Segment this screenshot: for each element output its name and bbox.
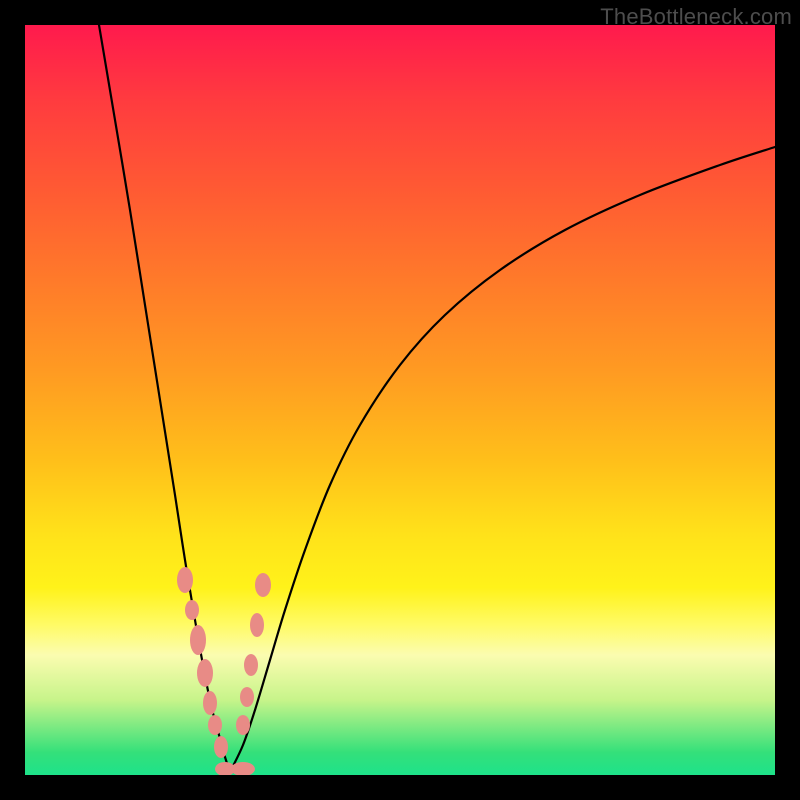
plot-area xyxy=(25,25,775,775)
bottleneck-chart-svg xyxy=(25,25,775,775)
marker-left-2 xyxy=(190,625,206,655)
marker-right-1 xyxy=(250,613,264,637)
marker-right-2 xyxy=(244,654,258,676)
curve-right-branch xyxy=(230,147,775,772)
watermark-text: TheBottleneck.com xyxy=(600,4,792,30)
marker-right-4 xyxy=(236,715,250,735)
marker-left-0 xyxy=(177,567,193,593)
curve-left-branch xyxy=(99,25,230,772)
marker-left-4 xyxy=(203,691,217,715)
marker-left-5 xyxy=(208,715,222,735)
marker-left-1 xyxy=(185,600,199,620)
marker-left-3 xyxy=(197,659,213,687)
marker-right-0 xyxy=(255,573,271,597)
marker-left-6 xyxy=(214,736,228,758)
marker-right-3 xyxy=(240,687,254,707)
